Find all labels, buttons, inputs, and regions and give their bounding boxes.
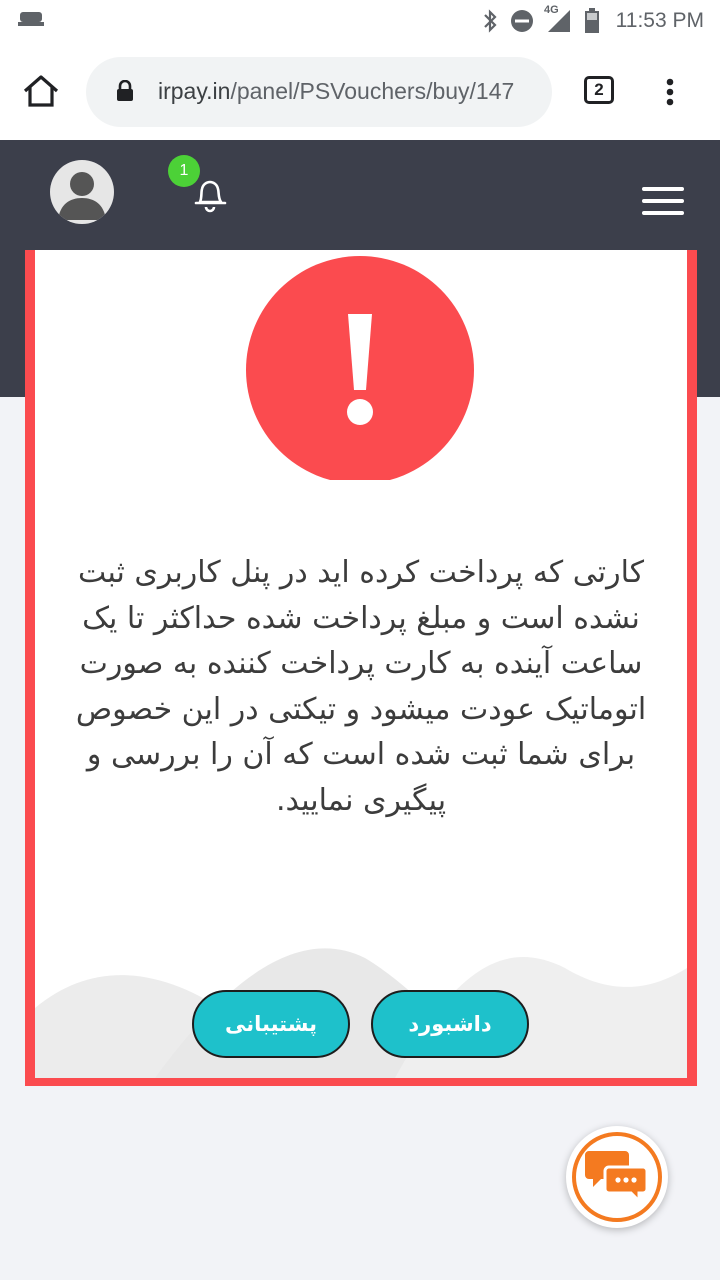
more-vert-icon[interactable] — [664, 78, 676, 110]
address-bar[interactable]: irpay.in/panel/PSVouchers/buy/147 — [86, 57, 552, 127]
support-button[interactable]: پشتیبانی — [192, 990, 350, 1058]
url-text: irpay.in/panel/PSVouchers/buy/147 — [158, 78, 514, 105]
exclamation-icon — [246, 256, 474, 480]
bluetooth-icon — [482, 8, 498, 38]
alert-card: کارتی که پرداخت کرده اید در پنل کاربری ث… — [35, 250, 687, 1078]
home-icon — [23, 75, 59, 107]
browser-toolbar: irpay.in/panel/PSVouchers/buy/147 2 — [0, 44, 720, 140]
status-time: 11:53 PM — [615, 9, 704, 32]
tab-switcher-button[interactable]: 2 — [584, 76, 614, 104]
lock-icon — [116, 79, 134, 106]
dnd-icon — [510, 9, 534, 37]
url-path: /panel/PSVouchers/buy/147 — [230, 78, 515, 104]
bell-icon[interactable] — [190, 176, 228, 218]
alert-modal: کارتی که پرداخت کرده اید در پنل کاربری ث… — [25, 250, 697, 1086]
notification-icon — [18, 10, 46, 34]
chat-icon — [585, 1151, 649, 1205]
chat-button[interactable] — [566, 1126, 668, 1228]
dashboard-button[interactable]: داشبورد — [371, 990, 529, 1058]
signal-icon: 4G — [544, 4, 572, 38]
alert-message: کارتی که پرداخت کرده اید در پنل کاربری ث… — [75, 555, 647, 818]
notification-badge: 1 — [168, 155, 200, 187]
menu-icon[interactable] — [642, 186, 684, 220]
status-bar: 4G 11:53 PM — [0, 0, 720, 44]
battery-icon — [584, 8, 600, 38]
network-label: 4G — [544, 4, 559, 16]
mountains-decoration — [35, 948, 687, 1078]
avatar-icon[interactable] — [50, 160, 114, 224]
url-domain: irpay.in — [158, 78, 231, 104]
home-button[interactable] — [22, 74, 60, 112]
